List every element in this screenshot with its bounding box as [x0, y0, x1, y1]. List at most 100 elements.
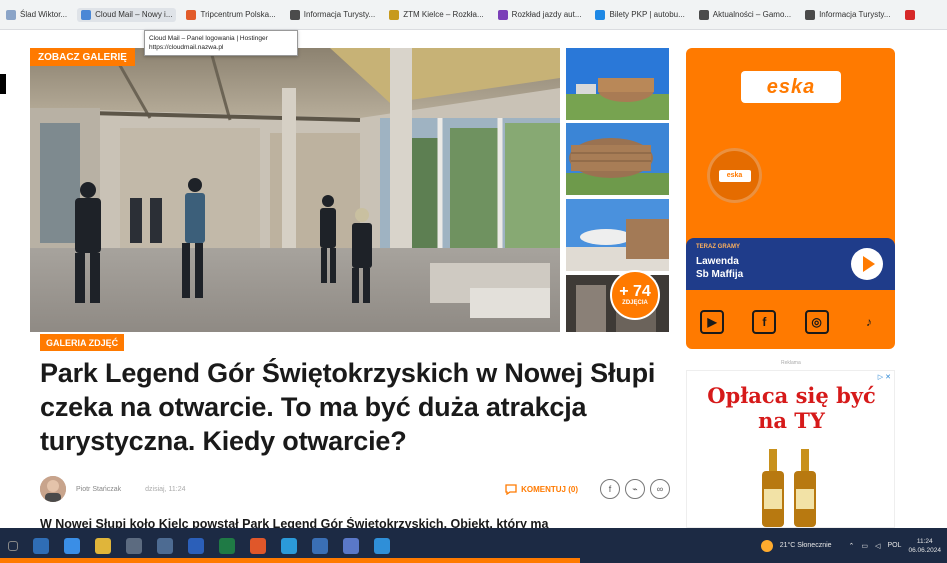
edge-marker: [0, 74, 6, 94]
people-icon[interactable]: [64, 537, 80, 554]
play-button[interactable]: [851, 248, 883, 280]
beer-advertisement[interactable]: ▷ ✕ Opłaca się być na TY: [686, 370, 895, 528]
tiktok-icon: ♪: [865, 315, 872, 329]
author-name[interactable]: Piotr Stańczak: [76, 486, 121, 493]
mail-icon[interactable]: [312, 537, 328, 554]
comments-link[interactable]: KOMENTUJ (0): [505, 483, 578, 495]
bookmark-item[interactable]: ZTM Kielce – Rozkła...: [385, 8, 487, 22]
beer-bottle-image: [762, 449, 784, 527]
eska-mini-logo: eska: [718, 169, 751, 182]
more-photos-count: + 74: [619, 283, 651, 300]
eska-social-links: ▶ f ◎ ♪: [686, 302, 895, 342]
tray-chevron-icon[interactable]: ⌃: [849, 542, 855, 550]
weather-icon[interactable]: [760, 539, 773, 552]
app-icon[interactable]: [374, 537, 390, 554]
article-headline: Park Legend Gór Świętokrzyskich w Nowej …: [40, 358, 656, 456]
tooltip-title: Cloud Mail – Panel logowania | Hostinger: [149, 35, 268, 42]
eska-player: TERAZ GRAMY Lawenda Sb Maffija: [686, 238, 895, 290]
bookmark-label: ZTM Kielce – Rozkła...: [403, 10, 484, 19]
bookmark-favicon-icon: [6, 9, 16, 20]
bookmark-label: Informacja Turysty...: [819, 10, 891, 19]
network-icon[interactable]: ▭: [861, 542, 868, 550]
accent-line: [0, 558, 580, 563]
bookmark-favicon-icon: [805, 9, 816, 20]
bookmark-item[interactable]: Ślad Wiktor...: [2, 8, 71, 22]
eska-logo[interactable]: eska: [741, 71, 841, 103]
avatar-image: [40, 476, 66, 502]
bookmark-favicon-icon: [595, 9, 606, 20]
section-tag[interactable]: GALERIA ZDJĘĆ: [40, 334, 125, 351]
gallery-tag[interactable]: ZOBACZ GALERIĘ: [30, 48, 135, 66]
bookmark-item[interactable]: Informacja Turysty...: [801, 8, 894, 22]
firefox-icon[interactable]: [250, 537, 266, 554]
thumbnail-image: [566, 123, 669, 195]
ad-slogan: Opłaca się być na TY: [687, 383, 894, 433]
share-buttons: f ⌁ ∞: [600, 479, 670, 499]
clock-time: 11:24: [916, 537, 933, 545]
bookmark-favicon-icon: [289, 9, 300, 20]
share-facebook-button[interactable]: f: [600, 479, 620, 499]
clock[interactable]: 11:24 06.06.2024: [908, 537, 941, 555]
system-tray: 21°C Słonecznie ⌃ ▭ ◁ POL 11:24 06.06.20…: [760, 528, 941, 563]
author-avatar[interactable]: [40, 476, 66, 502]
bookmark-item[interactable]: Bilety PKP | autobu...: [591, 8, 688, 22]
youtube-icon: ▶: [707, 315, 717, 329]
bookmark-item[interactable]: [901, 8, 923, 22]
bookmark-item[interactable]: Informacja Turysty...: [286, 8, 379, 22]
bookmark-label: Bilety PKP | autobu...: [609, 10, 685, 19]
bookmark-item[interactable]: Rozkład jazdy aut...: [494, 8, 586, 22]
now-playing-label: TERAZ GRAMY: [696, 244, 740, 250]
clock-date: 06.06.2024: [908, 546, 941, 554]
ad-label: Reklama: [781, 360, 801, 366]
bookmark-label: Ślad Wiktor...: [20, 10, 68, 19]
chrome-icon[interactable]: [33, 537, 49, 554]
more-photos-label: ZDJĘCIA: [622, 300, 648, 306]
instagram-link[interactable]: ◎: [804, 310, 829, 334]
author-row: Piotr Stańczak dzisiaj, 11:24 KOMENTUJ (…: [40, 474, 670, 504]
language-indicator[interactable]: POL: [887, 542, 901, 549]
bookmark-label: Informacja Turysty...: [303, 10, 376, 19]
thumbnail-3[interactable]: [566, 199, 669, 271]
edge-icon[interactable]: [281, 537, 297, 554]
share-messenger-button[interactable]: ⌁: [625, 479, 645, 499]
volume-icon[interactable]: ◁: [875, 542, 880, 550]
app-icon[interactable]: [126, 537, 142, 554]
more-photos-badge[interactable]: + 74 ZDJĘCIA: [610, 270, 660, 320]
youtube-link[interactable]: ▶: [700, 310, 725, 334]
facebook-link[interactable]: f: [752, 310, 777, 334]
bookmark-label: Rozkład jazdy aut...: [511, 10, 582, 19]
link-tooltip: Cloud Mail – Panel logowania | Hostinger…: [144, 30, 298, 56]
comments-label: KOMENTUJ (0): [521, 484, 578, 494]
ad-choices-icon[interactable]: ▷ ✕: [878, 373, 891, 381]
bookmark-favicon-icon: [186, 9, 197, 20]
copy-link-button[interactable]: ∞: [650, 479, 670, 499]
weather-text[interactable]: 21°C Słonecznie: [780, 542, 832, 549]
bookmark-label: Tripcentrum Polska...: [200, 10, 276, 19]
word-icon[interactable]: [188, 537, 204, 554]
bookmark-label: Aktualności – Gamo...: [712, 10, 792, 19]
bookmark-item[interactable]: Aktualności – Gamo...: [695, 8, 795, 22]
tiktok-link[interactable]: ♪: [857, 310, 881, 334]
settings-icon[interactable]: [157, 537, 173, 554]
bookmark-favicon-icon: [81, 9, 92, 20]
thumbnail-1[interactable]: [566, 48, 669, 120]
eska-radio-widget: eska eska TERAZ GRAMY Lawenda Sb Maffija…: [686, 48, 895, 349]
excel-icon[interactable]: [219, 537, 235, 554]
messenger-icon: ⌁: [632, 483, 638, 494]
main-gallery-photo[interactable]: [30, 48, 560, 332]
eska-station-cover[interactable]: eska: [707, 148, 762, 203]
file-explorer-icon[interactable]: [95, 537, 111, 554]
bookmark-label: Cloud Mail – Nowy i...: [95, 10, 173, 19]
beer-bottle-image: [794, 449, 816, 527]
search-icon[interactable]: [8, 540, 18, 551]
facebook-icon: f: [608, 484, 612, 494]
bookmark-item[interactable]: Tripcentrum Polska...: [182, 8, 279, 22]
publish-date: dzisiaj, 11:24: [145, 485, 186, 493]
thumbnail-2[interactable]: [566, 123, 669, 195]
app-icon[interactable]: [343, 537, 359, 554]
comment-icon: [505, 483, 517, 495]
bookmark-favicon-icon: [389, 9, 400, 20]
bookmark-item[interactable]: Cloud Mail – Nowy i...: [77, 7, 177, 22]
thumbnail-image: [566, 48, 669, 120]
thumbnail-image: [566, 199, 669, 271]
